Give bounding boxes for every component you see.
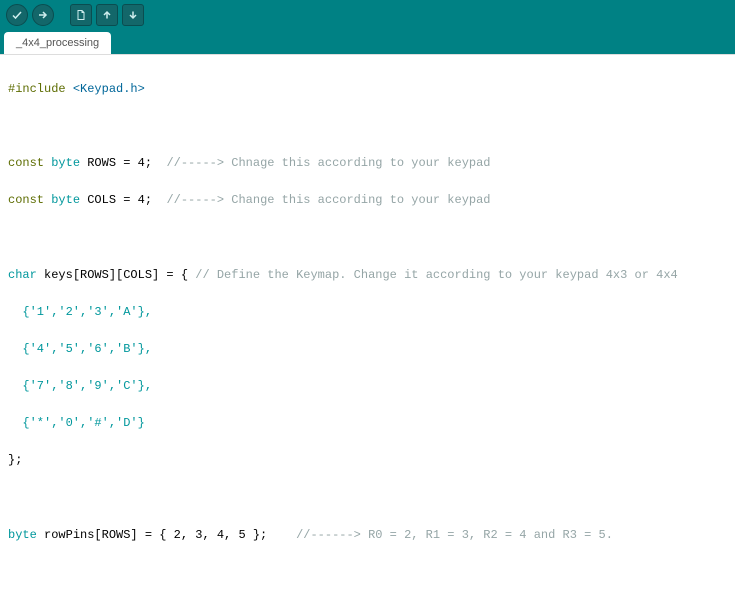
tok: }; xyxy=(8,453,22,467)
arrow-right-icon xyxy=(37,9,49,21)
code-line: }; xyxy=(8,451,727,470)
code-line xyxy=(8,489,727,508)
verify-button[interactable] xyxy=(6,4,28,26)
toolbar xyxy=(0,0,735,30)
upload-button[interactable] xyxy=(32,4,54,26)
comment: //-----> Change this according to your k… xyxy=(166,193,490,207)
tok: COLS = 4; xyxy=(80,193,166,207)
save-button[interactable] xyxy=(122,4,144,26)
type: byte xyxy=(8,528,37,542)
code-line: const byte COLS = 4; //-----> Change thi… xyxy=(8,191,727,210)
code-line: char keys[ROWS][COLS] = { // Define the … xyxy=(8,266,727,285)
chars: {'4','5','6','B'}, xyxy=(8,342,152,356)
code-line: {'1','2','3','A'}, xyxy=(8,303,727,322)
comment: //-----> Chnage this according to your k… xyxy=(166,156,490,170)
chars: {'*','0','#','D'} xyxy=(8,416,145,430)
type: char xyxy=(8,268,37,282)
arrow-down-icon xyxy=(127,9,139,21)
code-line: byte rowPins[ROWS] = { 2, 3, 4, 5 }; //-… xyxy=(8,526,727,545)
tab-bar: _4x4_processing xyxy=(0,30,735,54)
code-line xyxy=(8,228,727,247)
open-button[interactable] xyxy=(96,4,118,26)
type: byte xyxy=(51,156,80,170)
comment: //------> R0 = 2, R1 = 3, R2 = 4 and R3 … xyxy=(296,528,613,542)
comment: // Define the Keymap. Change it accordin… xyxy=(195,268,677,282)
new-button[interactable] xyxy=(70,4,92,26)
chars: {'7','8','9','C'}, xyxy=(8,379,152,393)
code-line: const byte ROWS = 4; //-----> Chnage thi… xyxy=(8,154,727,173)
type: byte xyxy=(51,193,80,207)
tok: keys[ROWS][COLS] = { xyxy=(37,268,195,282)
tab-sketch[interactable]: _4x4_processing xyxy=(4,32,111,54)
code-editor[interactable]: #include <Keypad.h> const byte ROWS = 4;… xyxy=(0,54,735,600)
code-line: {'7','8','9','C'}, xyxy=(8,377,727,396)
code-line xyxy=(8,117,727,136)
arrow-up-icon xyxy=(101,9,113,21)
check-icon xyxy=(11,9,23,21)
code-line: #include <Keypad.h> xyxy=(8,80,727,99)
file-icon xyxy=(75,9,87,21)
kw: const xyxy=(8,156,51,170)
tok: ROWS = 4; xyxy=(80,156,166,170)
include-target: <Keypad.h> xyxy=(73,82,145,96)
chars: {'1','2','3','A'}, xyxy=(8,305,152,319)
tok: rowPins[ROWS] = { 2, 3, 4, 5 }; xyxy=(37,528,296,542)
kw: const xyxy=(8,193,51,207)
code-line xyxy=(8,563,727,582)
code-line: {'4','5','6','B'}, xyxy=(8,340,727,359)
kw: #include xyxy=(8,82,73,96)
code-line: {'*','0','#','D'} xyxy=(8,414,727,433)
